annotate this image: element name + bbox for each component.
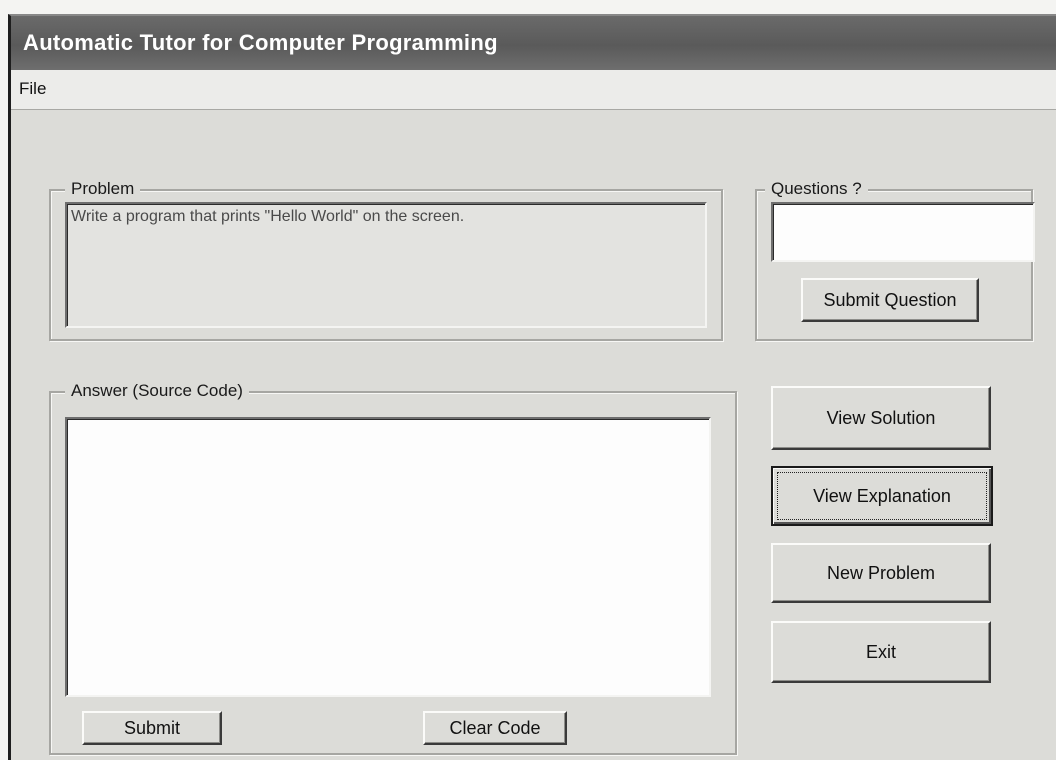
questions-group-label: Questions ? xyxy=(765,179,868,199)
submit-answer-label: Submit xyxy=(123,717,181,738)
title-bar: Automatic Tutor for Computer Programming xyxy=(11,16,1056,70)
answer-group-label: Answer (Source Code) xyxy=(65,381,249,401)
answer-group: Answer (Source Code) Submit Clear Code xyxy=(49,381,737,755)
menu-bar: File xyxy=(11,70,1056,110)
window-title: Automatic Tutor for Computer Programming xyxy=(23,30,498,55)
problem-group: Problem Write a program that prints "Hel… xyxy=(49,179,723,341)
submit-question-button[interactable]: Submit Question xyxy=(801,278,979,322)
source-code-editor[interactable] xyxy=(65,417,711,697)
clear-code-label: Clear Code xyxy=(449,717,541,738)
exit-label: Exit xyxy=(865,641,896,662)
view-solution-button[interactable]: View Solution xyxy=(771,386,991,450)
questions-group: Questions ? Submit Question xyxy=(755,179,1035,341)
view-solution-label: View Solution xyxy=(826,407,936,428)
clear-code-button[interactable]: Clear Code xyxy=(423,711,567,745)
app-window: Automatic Tutor for Computer Programming… xyxy=(8,14,1056,760)
submit-question-label: Submit Question xyxy=(823,289,957,310)
submit-answer-button[interactable]: Submit xyxy=(82,711,222,745)
problem-text: Write a program that prints "Hello World… xyxy=(71,208,465,225)
menu-file[interactable]: File xyxy=(15,79,50,99)
main-content: Problem Write a program that prints "Hel… xyxy=(11,110,1056,760)
view-explanation-button[interactable]: View Explanation xyxy=(771,466,993,526)
problem-group-label: Problem xyxy=(65,179,141,199)
question-input[interactable] xyxy=(771,202,1035,262)
problem-textbox: Write a program that prints "Hello World… xyxy=(65,202,707,328)
view-explanation-label: View Explanation xyxy=(813,485,951,506)
new-problem-button[interactable]: New Problem xyxy=(771,543,991,603)
new-problem-label: New Problem xyxy=(826,562,936,583)
exit-button[interactable]: Exit xyxy=(771,621,991,683)
